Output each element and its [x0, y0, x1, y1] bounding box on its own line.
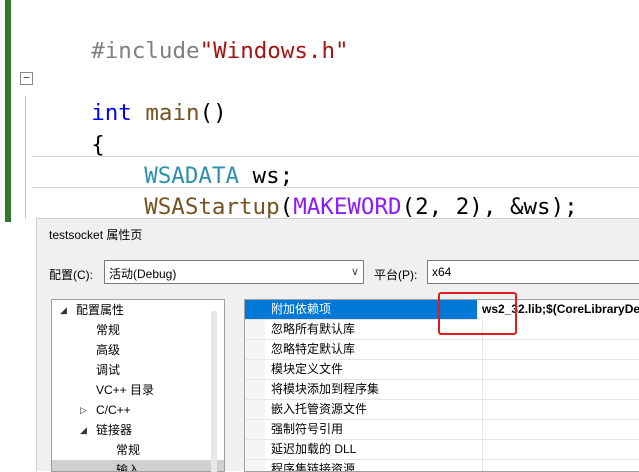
property-pages-dialog: testsocket 属性页 配置(C): 活动(Debug) ∨ 平台(P):…	[36, 218, 639, 472]
scope-guide-line	[25, 96, 26, 218]
expand-icon[interactable]: ▷	[80, 400, 87, 420]
collapse-icon[interactable]: ◢	[80, 420, 87, 440]
string-token: "Windows.h"	[199, 38, 349, 64]
property-name: 模块定义文件	[271, 362, 344, 376]
function-call-token: WSAStartup	[144, 194, 280, 220]
arguments-token: (2, 2), &ws);	[401, 194, 578, 220]
platform-dropdown[interactable]: x64	[427, 260, 639, 284]
preprocessor-token: #include	[91, 38, 200, 64]
property-name: 程序集链接资源	[271, 462, 356, 472]
tree-item-label: 调试	[96, 363, 121, 377]
collapse-main-button[interactable]: −	[20, 72, 33, 85]
punctuation-token: ()	[199, 100, 227, 126]
macro-token: MAKEWORD	[293, 194, 402, 220]
tree-item-label: 链接器	[96, 423, 133, 437]
tree-item-linker-general[interactable]: 常规	[52, 440, 224, 460]
annotation-highlight-box	[438, 292, 517, 335]
configuration-value: 活动(Debug)	[109, 267, 177, 281]
property-tree[interactable]: ◢ 配置属性 常规 高级 调试 VC++ 目录 ▷ C/C++ ◢ 链接器 常规…	[51, 299, 225, 472]
property-name: 附加依赖项	[271, 302, 332, 316]
tree-scrollbar[interactable]	[211, 311, 217, 472]
property-name: 忽略特定默认库	[271, 342, 356, 356]
tree-item-label: VC++ 目录	[96, 383, 155, 397]
configuration-label: 配置(C):	[49, 268, 93, 282]
property-name: 强制符号引用	[271, 422, 344, 436]
tree-item-label: 常规	[96, 323, 121, 337]
tree-item-label: 高级	[96, 343, 121, 357]
code-line-5[interactable]: WSADATA ws;	[90, 125, 293, 189]
grid-row[interactable]: 延迟加载的 DLL	[245, 440, 639, 460]
code-line-3[interactable]: int main()	[37, 62, 226, 126]
dialog-title: testsocket 属性页	[49, 228, 143, 242]
tree-item-advanced[interactable]: 高级	[52, 340, 224, 360]
code-line-1[interactable]: #include"Windows.h"	[37, 0, 348, 64]
tree-item-vc-directories[interactable]: VC++ 目录	[52, 380, 224, 400]
tree-item-general[interactable]: 常规	[52, 320, 224, 340]
tree-item-debugging[interactable]: 调试	[52, 360, 224, 380]
platform-value: x64	[432, 265, 452, 279]
platform-label: 平台(P):	[374, 268, 418, 282]
change-indicator-bar	[5, 0, 11, 222]
property-name: 将模块添加到程序集	[271, 382, 380, 396]
property-name: 延迟加载的 DLL	[271, 442, 357, 456]
code-line-4[interactable]: {	[37, 94, 105, 158]
configuration-dropdown[interactable]: 活动(Debug) ∨	[104, 260, 364, 284]
grid-row[interactable]: 强制符号引用	[245, 420, 639, 440]
tree-item-label: 输入	[116, 463, 141, 472]
tree-item-config-properties[interactable]: ◢ 配置属性	[52, 300, 224, 320]
paren-token: (	[279, 194, 294, 220]
grid-row[interactable]: 模块定义文件	[245, 360, 639, 380]
tree-item-label: 常规	[116, 443, 141, 457]
grid-row[interactable]: 程序集链接资源	[245, 460, 639, 472]
chevron-down-icon: ∨	[350, 266, 359, 278]
code-line-7[interactable]: }	[37, 188, 105, 222]
property-name: 忽略所有默认库	[271, 322, 356, 336]
code-editor[interactable]: #include"Windows.h" − int main() { WSADA…	[0, 0, 639, 222]
collapse-icon[interactable]: ◢	[60, 300, 67, 320]
tree-item-label: 配置属性	[76, 303, 125, 317]
property-name: 嵌入托管资源文件	[271, 402, 368, 416]
grid-row[interactable]: 忽略特定默认库	[245, 340, 639, 360]
grid-row[interactable]: 将模块添加到程序集	[245, 380, 639, 400]
function-name-token: main	[145, 100, 200, 126]
tree-item-linker-input[interactable]: 输入	[52, 460, 224, 472]
grid-row[interactable]: 嵌入托管资源文件	[245, 400, 639, 420]
tree-item-label: C/C++	[96, 403, 131, 417]
tree-item-c-cpp[interactable]: ▷ C/C++	[52, 400, 224, 420]
code-line-6[interactable]: WSAStartup(MAKEWORD(2, 2), &ws);	[90, 156, 578, 220]
tree-item-linker[interactable]: ◢ 链接器	[52, 420, 224, 440]
